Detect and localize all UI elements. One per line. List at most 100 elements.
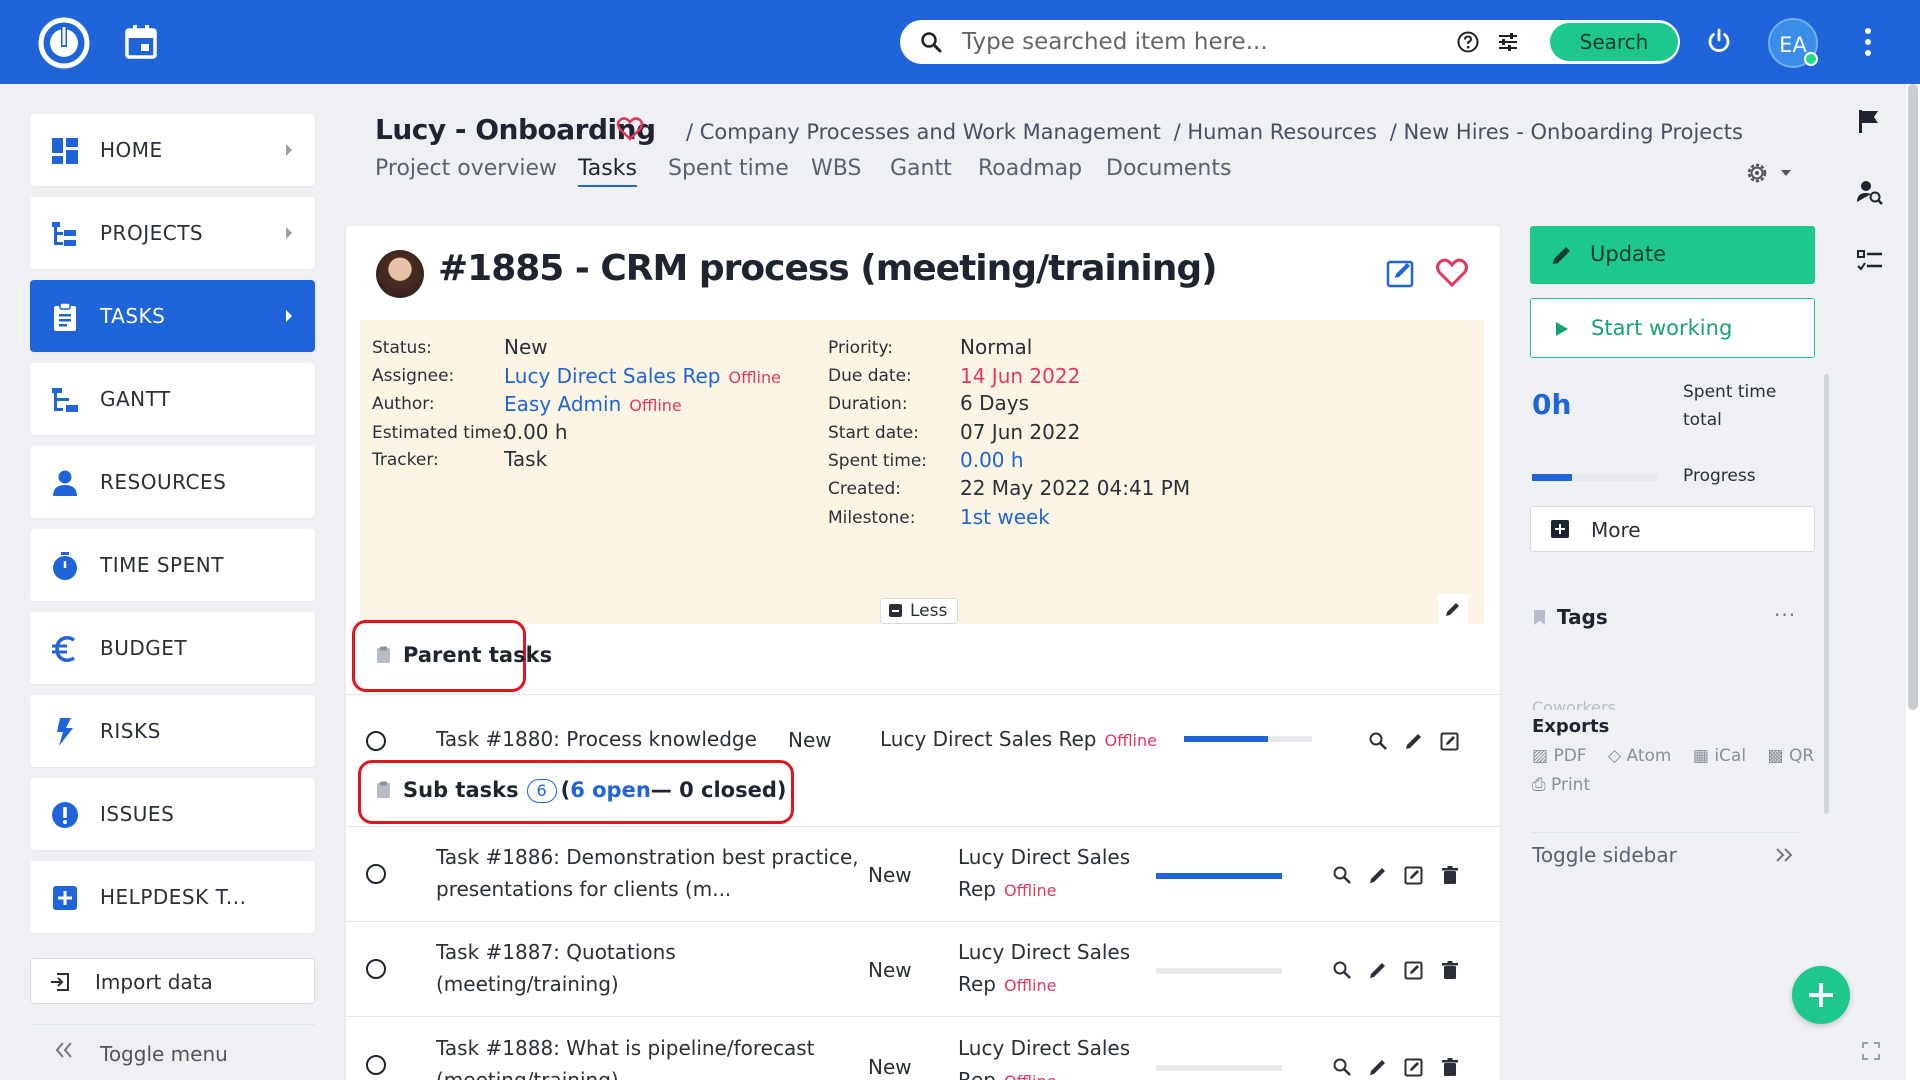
calendar-icon[interactable]: [124, 24, 158, 60]
breadcrumb-item[interactable]: / New Hires - Onboarding Projects: [1390, 120, 1743, 144]
pencil-icon[interactable]: [1404, 731, 1424, 751]
assignee-name[interactable]: Lucy Direct Sales Rep: [880, 727, 1096, 751]
user-avatar[interactable]: EA: [1768, 18, 1818, 68]
search-button[interactable]: Search: [1550, 23, 1678, 61]
project-title[interactable]: Lucy - Onboarding: [375, 113, 656, 146]
task-name-link[interactable]: Task #1887: Quotations (meeting/training): [436, 936, 676, 1000]
print-link[interactable]: ⎙ Print: [1532, 775, 1590, 795]
edit-square-icon[interactable]: [1404, 865, 1424, 885]
row-checkbox[interactable]: [366, 864, 386, 884]
page-scrollbar-thumb[interactable]: [1908, 84, 1918, 710]
attr-milestone[interactable]: 1st week: [960, 505, 1050, 529]
menu-item-risks[interactable]: RISKS: [30, 695, 315, 767]
update-button[interactable]: Update: [1530, 226, 1815, 284]
edit-square-icon[interactable]: [1404, 960, 1424, 980]
menu-item-home[interactable]: HOME: [30, 114, 315, 186]
tags-more-icon[interactable]: ···: [1774, 603, 1796, 627]
more-button[interactable]: More: [1530, 506, 1815, 552]
row-checkbox[interactable]: [366, 1055, 386, 1075]
tab-spent-time[interactable]: Spent time: [668, 156, 789, 181]
search-icon[interactable]: [1332, 1057, 1352, 1077]
attr-spent-time[interactable]: 0.00 h: [960, 448, 1024, 472]
start-working-button[interactable]: Start working: [1530, 298, 1815, 358]
flag-icon[interactable]: [1856, 108, 1882, 134]
trash-icon[interactable]: [1440, 865, 1460, 885]
menu-item-time-spent[interactable]: TIME SPENT: [30, 529, 315, 601]
attr-author[interactable]: Easy Admin Offline: [504, 392, 682, 416]
filter-sliders-icon[interactable]: [1496, 30, 1520, 54]
tab-wbs[interactable]: WBS: [811, 156, 861, 181]
edit-square-icon[interactable]: [1386, 258, 1416, 288]
breadcrumb-item[interactable]: / Company Processes and Work Management: [686, 120, 1161, 144]
author-name[interactable]: Easy Admin: [504, 392, 621, 416]
ical-export-link[interactable]: ▦ iCal: [1693, 746, 1754, 766]
tab-gantt[interactable]: Gantt: [890, 156, 952, 181]
menu-item-gantt[interactable]: GANTT: [30, 363, 315, 435]
task-name-link[interactable]: Task #1886: Demonstration best practice,…: [436, 841, 859, 905]
power-icon[interactable]: [1704, 26, 1734, 56]
task-name-link[interactable]: Task #1888: What is pipeline/forecast (me…: [436, 1032, 814, 1080]
toggle-menu-button[interactable]: Toggle menu: [30, 1024, 315, 1070]
spent-time-label: Spent time total: [1683, 378, 1776, 434]
gear-icon[interactable]: [1744, 160, 1770, 186]
kebab-menu-icon[interactable]: [1858, 24, 1878, 60]
atom-export-link[interactable]: ◇ Atom: [1608, 746, 1679, 766]
open-subtasks-link[interactable]: 6 open: [570, 778, 651, 802]
table-row[interactable]: Task #1887: Quotations (meeting/training)…: [346, 921, 1500, 1016]
menu-item-label: PROJECTS: [100, 221, 204, 245]
menu-item-issues[interactable]: ISSUES: [30, 778, 315, 850]
menu-item-budget[interactable]: BUDGET: [30, 612, 315, 684]
task-status: New: [868, 863, 912, 887]
caret-down-icon[interactable]: [1780, 168, 1792, 178]
row-checkbox[interactable]: [366, 959, 386, 979]
menu-item-resources[interactable]: RESOURCES: [30, 446, 315, 518]
favorite-heart-icon[interactable]: [616, 116, 644, 142]
tab-tasks[interactable]: Tasks: [578, 156, 637, 187]
tab-roadmap[interactable]: Roadmap: [978, 156, 1082, 181]
toggle-sidebar-button[interactable]: Toggle sidebar: [1532, 832, 1802, 867]
attr-assignee[interactable]: Lucy Direct Sales Rep Offline: [504, 364, 781, 388]
search-icon[interactable]: [1368, 731, 1388, 751]
task-assignee[interactable]: Lucy Direct Sales Rep Offline: [958, 1032, 1130, 1080]
task-assignee[interactable]: Lucy Direct Sales Rep Offline: [958, 936, 1130, 1002]
qr-export-link[interactable]: ▩ QR: [1767, 746, 1822, 766]
favorite-heart-icon[interactable]: [1436, 258, 1468, 288]
menu-item-tasks[interactable]: TASKS: [30, 280, 315, 352]
trash-icon[interactable]: [1440, 1057, 1460, 1077]
avatar-initials: EA: [1779, 33, 1807, 57]
edit-square-icon[interactable]: [1440, 731, 1460, 751]
tab-documents[interactable]: Documents: [1106, 156, 1231, 181]
table-row[interactable]: Task #1886: Demonstration best practice,…: [346, 826, 1500, 921]
task-assignee[interactable]: Lucy Direct Sales Rep Offline: [880, 723, 1157, 757]
user-search-icon[interactable]: [1856, 178, 1884, 206]
trash-icon[interactable]: [1440, 960, 1460, 980]
import-data-button[interactable]: Import data: [30, 958, 315, 1004]
pencil-icon[interactable]: [1368, 1057, 1388, 1077]
sidebar-scrollbar[interactable]: [1824, 374, 1829, 814]
less-toggle-button[interactable]: Less: [880, 598, 959, 624]
menu-item-projects[interactable]: PROJECTS: [30, 197, 315, 269]
pencil-icon[interactable]: [1368, 865, 1388, 885]
app-logo-icon[interactable]: [38, 17, 90, 69]
pencil-icon[interactable]: [1368, 960, 1388, 980]
task-name-link[interactable]: Task #1880: Process knowledge: [436, 723, 757, 755]
atom-label: Atom: [1626, 746, 1672, 766]
menu-item-helpdesk[interactable]: HELPDESK T...: [30, 861, 315, 933]
help-icon[interactable]: [1456, 30, 1480, 54]
pdf-export-link[interactable]: ▨ PDF: [1532, 746, 1595, 766]
add-fab-button[interactable]: [1792, 966, 1850, 1024]
table-row[interactable]: Task #1888: What is pipeline/forecast (me…: [346, 1016, 1500, 1080]
tab-project-overview[interactable]: Project overview: [375, 156, 557, 181]
search-icon[interactable]: [1332, 960, 1352, 980]
checklist-icon[interactable]: [1856, 248, 1884, 274]
search-input[interactable]: [962, 24, 1342, 60]
plus-square-icon: [1551, 520, 1569, 538]
fullscreen-icon[interactable]: [1862, 1042, 1880, 1060]
row-checkbox[interactable]: [366, 731, 386, 751]
breadcrumb-item[interactable]: / Human Resources: [1174, 120, 1377, 144]
search-icon[interactable]: [1332, 865, 1352, 885]
task-assignee[interactable]: Lucy Direct Sales Rep Offline: [958, 841, 1130, 907]
edit-attributes-button[interactable]: [1438, 594, 1468, 624]
assignee-name[interactable]: Lucy Direct Sales Rep: [504, 364, 720, 388]
edit-square-icon[interactable]: [1404, 1057, 1424, 1077]
